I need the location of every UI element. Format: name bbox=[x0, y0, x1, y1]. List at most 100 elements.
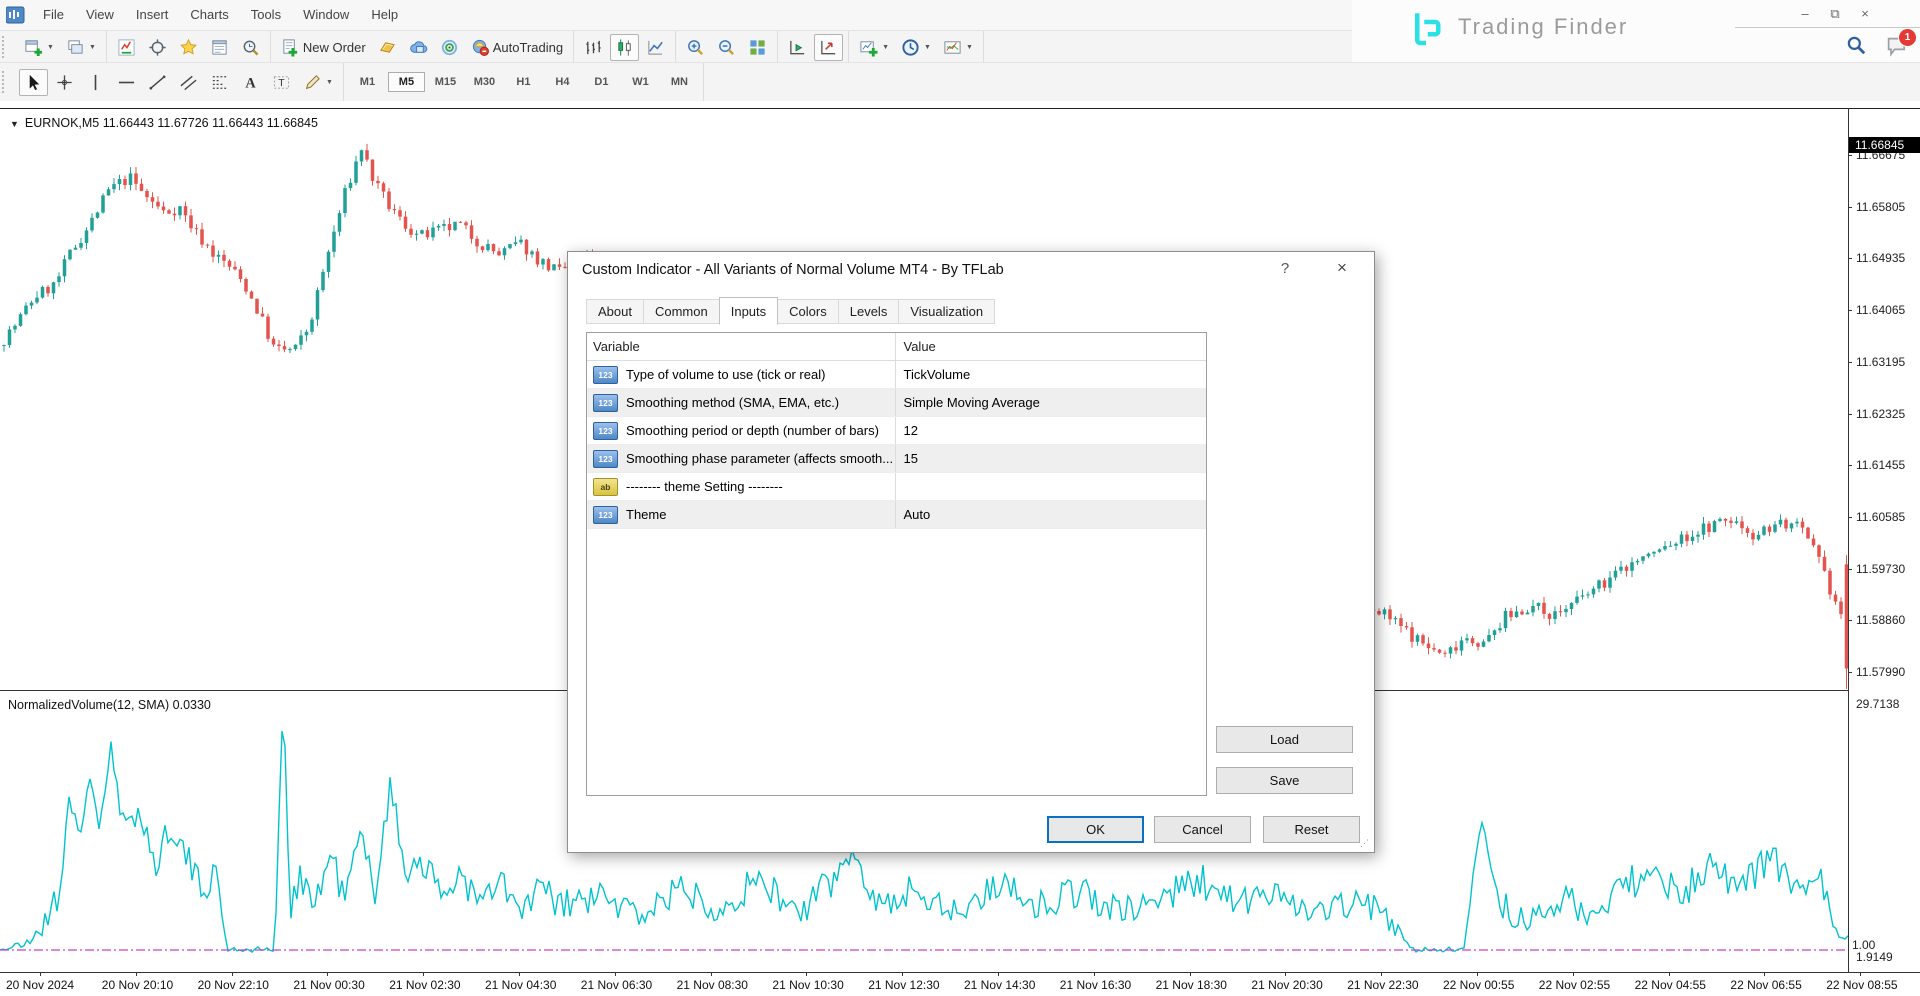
time-axis-label: 22 Nov 04:55 bbox=[1635, 978, 1706, 992]
time-axis-label: 20 Nov 22:10 bbox=[198, 978, 269, 992]
variable-cell: 123 Type of volume to use (tick or real) bbox=[587, 366, 895, 384]
value-cell[interactable]: Simple Moving Average bbox=[895, 389, 1207, 416]
price-axis-label: 11.57990 bbox=[1856, 665, 1905, 679]
window-controls: –⧉× bbox=[1790, 0, 1880, 20]
time-axis-label: 21 Nov 14:30 bbox=[964, 978, 1035, 992]
time-axis-tick bbox=[615, 972, 616, 976]
indicator-scale-max: 29.7138 bbox=[1856, 697, 1899, 711]
save-button[interactable]: Save bbox=[1216, 767, 1353, 794]
table-row[interactable]: 123 Smoothing period or depth (number of … bbox=[587, 417, 1206, 445]
tab-visualization[interactable]: Visualization bbox=[898, 299, 995, 324]
search-icon[interactable] bbox=[1845, 34, 1867, 56]
column-header-variable[interactable]: Variable bbox=[587, 339, 895, 354]
indicator-level-label: 1.00 bbox=[1852, 938, 1875, 952]
tab-inputs[interactable]: Inputs bbox=[719, 297, 778, 325]
price-axis-tick bbox=[1848, 258, 1852, 259]
time-axis-tick bbox=[1190, 972, 1191, 976]
price-axis-tick bbox=[1848, 310, 1852, 311]
time-axis-tick bbox=[806, 972, 807, 976]
reset-button[interactable]: Reset bbox=[1263, 816, 1360, 843]
price-axis-divider bbox=[1848, 108, 1849, 973]
numeric-parameter-icon: 123 bbox=[593, 422, 618, 440]
table-row[interactable]: ab-------- theme Setting -------- bbox=[587, 473, 1206, 501]
chevron-down-icon[interactable]: ▼ bbox=[10, 119, 19, 129]
notification-badge[interactable]: 1 bbox=[1898, 28, 1917, 47]
time-axis-tick bbox=[1764, 972, 1765, 976]
price-axis-label: 11.65805 bbox=[1856, 200, 1905, 214]
numeric-parameter-icon: 123 bbox=[593, 366, 618, 384]
time-axis-tick bbox=[1381, 972, 1382, 976]
table-row[interactable]: 123ThemeAuto bbox=[587, 501, 1206, 529]
inputs-table: VariableValue 123 Type of volume to use (t… bbox=[586, 332, 1207, 796]
symbol-ohlc-label: ▼EURNOK,M5 11.66443 11.67726 11.66443 11… bbox=[10, 116, 318, 130]
time-axis-label: 22 Nov 06:55 bbox=[1730, 978, 1801, 992]
price-axis-label: 11.62325 bbox=[1856, 407, 1905, 421]
tab-common[interactable]: Common bbox=[643, 299, 720, 324]
time-axis-tick bbox=[232, 972, 233, 976]
indicator-scale-min: 1.9149 bbox=[1856, 950, 1893, 964]
price-axis-tick bbox=[1848, 362, 1852, 363]
dialog-resize-grip[interactable]: ⋰ bbox=[1360, 838, 1370, 848]
time-axis-label: 21 Nov 18:30 bbox=[1156, 978, 1227, 992]
variable-cell: 123Theme bbox=[587, 506, 895, 524]
value-cell[interactable]: 15 bbox=[895, 445, 1207, 472]
variable-name: Type of volume to use (tick or real) bbox=[626, 367, 825, 382]
column-header-value[interactable]: Value bbox=[895, 333, 1207, 360]
price-axis-label: 11.64065 bbox=[1856, 303, 1905, 317]
variable-cell: 123Smoothing method (SMA, EMA, etc.) bbox=[587, 394, 895, 412]
tab-about[interactable]: About bbox=[586, 299, 644, 324]
time-axis-tick bbox=[998, 972, 999, 976]
time-axis-label: 21 Nov 02:30 bbox=[389, 978, 460, 992]
price-axis-tick bbox=[1848, 155, 1852, 156]
close-button[interactable]: × bbox=[1850, 4, 1880, 24]
load-button[interactable]: Load bbox=[1216, 726, 1353, 753]
price-axis-tick bbox=[1848, 620, 1852, 621]
time-axis-label: 21 Nov 22:30 bbox=[1347, 978, 1418, 992]
table-row[interactable]: 123Smoothing phase parameter (affects sm… bbox=[587, 445, 1206, 473]
price-axis-tick bbox=[1848, 414, 1852, 415]
ok-button[interactable]: OK bbox=[1047, 816, 1144, 843]
divider bbox=[1735, 27, 1920, 28]
minimize-button[interactable]: – bbox=[1790, 4, 1820, 24]
price-axis-tick bbox=[1848, 569, 1852, 570]
time-axis-tick bbox=[519, 972, 520, 976]
current-price-badge: 11.66845 bbox=[1849, 137, 1920, 153]
tab-colors[interactable]: Colors bbox=[777, 299, 839, 324]
price-axis-tick bbox=[1848, 517, 1852, 518]
time-axis-tick bbox=[1285, 972, 1286, 976]
restore-button[interactable]: ⧉ bbox=[1820, 4, 1850, 24]
tab-levels[interactable]: Levels bbox=[838, 299, 900, 324]
value-cell[interactable]: 12 bbox=[895, 417, 1207, 444]
trading-finder-logo-icon bbox=[1405, 8, 1447, 50]
mt4-application-window: FileViewInsertChartsToolsWindowHelp ▼▼Ne… bbox=[0, 0, 1920, 996]
value-cell[interactable] bbox=[895, 473, 1207, 500]
dialog-close-button[interactable]: × bbox=[1328, 258, 1356, 282]
price-axis-label: 11.59730 bbox=[1856, 562, 1905, 576]
price-axis-label: 11.64935 bbox=[1856, 251, 1905, 265]
time-axis-tick bbox=[136, 972, 137, 976]
dialog-tab-strip: AboutCommonInputsColorsLevelsVisualizati… bbox=[586, 298, 994, 324]
cancel-button[interactable]: Cancel bbox=[1154, 816, 1251, 843]
table-row[interactable]: 123Smoothing method (SMA, EMA, etc.)Simp… bbox=[587, 389, 1206, 417]
time-axis-label: 21 Nov 06:30 bbox=[581, 978, 652, 992]
price-axis-tick bbox=[1848, 672, 1852, 673]
time-axis-tick bbox=[40, 972, 41, 976]
variable-cell: ab-------- theme Setting -------- bbox=[587, 478, 895, 496]
variable-cell: 123 Smoothing period or depth (number of … bbox=[587, 422, 895, 440]
time-axis-label: 22 Nov 02:55 bbox=[1539, 978, 1610, 992]
table-row[interactable]: 123 Type of volume to use (tick or real) T… bbox=[587, 361, 1206, 389]
time-axis-label: 21 Nov 20:30 bbox=[1251, 978, 1322, 992]
time-axis-tick bbox=[711, 972, 712, 976]
value-cell[interactable]: TickVolume bbox=[895, 361, 1207, 388]
time-axis-tick bbox=[1860, 972, 1861, 976]
time-axis-label: 21 Nov 04:30 bbox=[485, 978, 556, 992]
value-cell[interactable]: Auto bbox=[895, 501, 1207, 528]
variable-name: Smoothing method (SMA, EMA, etc.) bbox=[626, 395, 839, 410]
brand-name: Trading Finder bbox=[1458, 14, 1628, 40]
variable-name: Smoothing period or depth (number of bar… bbox=[626, 423, 879, 438]
time-axis-tick bbox=[1477, 972, 1478, 976]
time-axis-tick bbox=[1669, 972, 1670, 976]
dialog-help-button[interactable]: ? bbox=[1273, 260, 1297, 282]
time-axis-label: 20 Nov 2024 bbox=[6, 978, 74, 992]
numeric-parameter-icon: 123 bbox=[593, 506, 618, 524]
